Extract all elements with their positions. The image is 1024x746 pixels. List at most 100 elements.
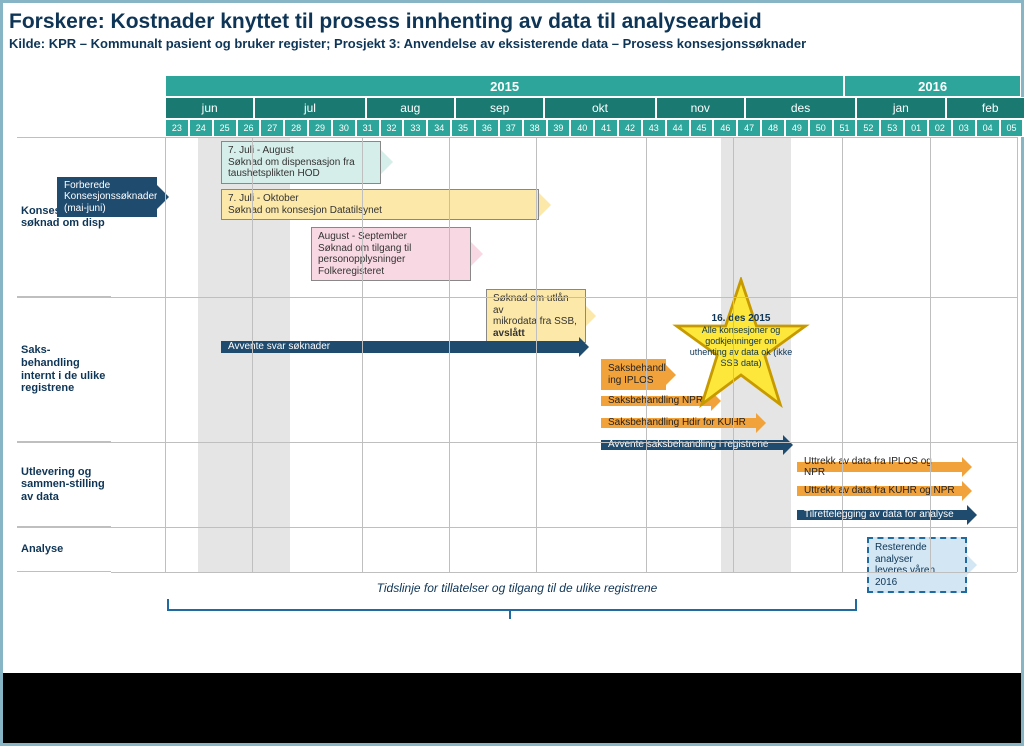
month-sep: sep [455, 97, 544, 119]
week-33: 33 [403, 119, 427, 137]
timeline-caption: Tidslinje for tillatelser og tilgang til… [17, 581, 1017, 595]
row-divider [111, 442, 1017, 443]
col-divider [362, 137, 363, 572]
week-47: 47 [737, 119, 761, 137]
week-43: 43 [642, 119, 666, 137]
week-23: 23 [165, 119, 189, 137]
bar-disp-l2: Søknad om dispensasjon fra [228, 157, 374, 169]
week-05: 05 [1000, 119, 1024, 137]
col-divider [930, 137, 931, 572]
document-frame: Forskere: Kostnader knyttet til prosess … [0, 0, 1024, 746]
bar-prep-l3: (mai-juni) [64, 203, 150, 215]
bar-iplos-l1: Saksbehandl [608, 363, 659, 375]
week-42: 42 [618, 119, 642, 137]
bar-uttrekk-kuhr-npr: Uttrekk av data fra KUHR og NPR [797, 481, 972, 501]
row-label-3: Analyse [17, 527, 111, 572]
week-53: 53 [880, 119, 904, 137]
row-divider [111, 572, 1017, 573]
week-25: 25 [213, 119, 237, 137]
week-38: 38 [523, 119, 547, 137]
week-31: 31 [356, 119, 380, 137]
bar-konsesjon-l1: 7. Juli - Oktober [228, 193, 532, 205]
header-weeks: 2324252627282930313233343536373839404142… [165, 119, 1024, 137]
bar-tilrettelegging: Tilrettelegging av data for analyse [797, 505, 977, 525]
bar-await-answers-text: Avvente svar søknader [228, 341, 572, 353]
bar-prep: Forberede Konsesjonssøknader (mai-juni) [57, 177, 169, 217]
bar-await-answers: Avvente svar søknader [221, 337, 589, 357]
week-24: 24 [189, 119, 213, 137]
month-okt: okt [544, 97, 655, 119]
week-48: 48 [761, 119, 785, 137]
month-jun: jun [165, 97, 254, 119]
milestone-star: 16. des 2015 Alle konsesjoner og godkjen… [671, 277, 811, 417]
week-32: 32 [380, 119, 404, 137]
bottom-black-bar [3, 673, 1021, 743]
bar-folkereg-l2: Søknad om tilgang til [318, 243, 464, 255]
bar-konsesjon-l2: Søknad om konsesjon Datatilsynet [228, 205, 532, 217]
bar-folkereg-l4: Folkeregisteret [318, 266, 464, 278]
year-2015: 2015 [165, 75, 844, 97]
week-39: 39 [547, 119, 571, 137]
week-51: 51 [833, 119, 857, 137]
bar-uttrekk-iplos-npr: Uttrekk av data fra IPLOS og NPR [797, 457, 972, 477]
bar-iplos-l2: ing IPLOS [608, 375, 659, 387]
week-35: 35 [451, 119, 475, 137]
bar-disp-l3: taushetsplikten HOD [228, 168, 374, 180]
page-title: Forskere: Kostnader knyttet til prosess … [9, 9, 1015, 34]
col-divider [252, 137, 253, 572]
bar-disp-l1: 7. Juli - August [228, 145, 374, 157]
bar-rest-l1: Resterende analyser [875, 542, 959, 565]
week-27: 27 [260, 119, 284, 137]
bar-ut2-text: Uttrekk av data fra KUHR og NPR [804, 485, 955, 497]
week-26: 26 [237, 119, 261, 137]
week-45: 45 [690, 119, 714, 137]
chart-grid: Forberede Konsesjonssøknader (mai-juni) … [111, 137, 1017, 572]
header-months: junjulaugsepoktnovdesjanfeb [165, 97, 1024, 119]
chart-body: Konsesjon og søknad om dispSaks-behandli… [17, 137, 1017, 572]
col-divider [449, 137, 450, 572]
bar-folkereg-l3: personopplysninger [318, 254, 464, 266]
row-label-2: Utlevering og sammen-stilling av data [17, 442, 111, 527]
week-28: 28 [284, 119, 308, 137]
week-41: 41 [594, 119, 618, 137]
bar-disp: 7. Juli - August Søknad om dispensasjon … [221, 141, 393, 184]
milestone-date: 16. des 2015 [689, 313, 793, 325]
milestone-text: 16. des 2015 Alle konsesjoner og godkjen… [689, 313, 793, 368]
bar-tilr-text: Tilrettelegging av data for analyse [804, 509, 960, 521]
row-divider [111, 527, 1017, 528]
bar-folkereg-l1: August - September [318, 231, 464, 243]
bar-prep-l2: Konsesjonssøknader [64, 191, 150, 203]
col-divider [536, 137, 537, 572]
week-29: 29 [308, 119, 332, 137]
bar-ut1-text: Uttrekk av data fra IPLOS og NPR [804, 456, 955, 479]
row-divider [111, 297, 1017, 298]
month-feb: feb [946, 97, 1024, 119]
week-50: 50 [809, 119, 833, 137]
month-des: des [745, 97, 856, 119]
week-44: 44 [666, 119, 690, 137]
row-divider [111, 137, 1017, 138]
col-divider [733, 137, 734, 572]
milestone-body: Alle konsesjoner og godkjenninger om uth… [689, 325, 793, 368]
bar-konsesjon: 7. Juli - Oktober Søknad om konsesjon Da… [221, 189, 551, 220]
col-divider [1017, 137, 1018, 572]
week-40: 40 [570, 119, 594, 137]
month-jul: jul [254, 97, 365, 119]
row-label-1: Saks-behandling internt i de ulike regis… [17, 297, 111, 442]
week-03: 03 [952, 119, 976, 137]
week-30: 30 [332, 119, 356, 137]
bar-folkereg: August - September Søknad om tilgang til… [311, 227, 483, 281]
timeline-bracket [167, 599, 857, 611]
col-divider [842, 137, 843, 572]
page-subtitle: Kilde: KPR – Kommunalt pasient og bruker… [9, 36, 1015, 51]
week-49: 49 [785, 119, 809, 137]
row-label-0: Konsesjon og søknad om disp [17, 137, 111, 297]
week-02: 02 [928, 119, 952, 137]
bar-prep-l1: Forberede [64, 180, 150, 192]
bar-await-registries-text: Avvente saksbehandling i registrene [608, 439, 776, 451]
week-01: 01 [904, 119, 928, 137]
month-aug: aug [366, 97, 455, 119]
header-years: 20152016 [165, 75, 1021, 97]
bar-await-registries: Avvente saksbehandling i registrene [601, 435, 793, 455]
year-2016: 2016 [844, 75, 1021, 97]
